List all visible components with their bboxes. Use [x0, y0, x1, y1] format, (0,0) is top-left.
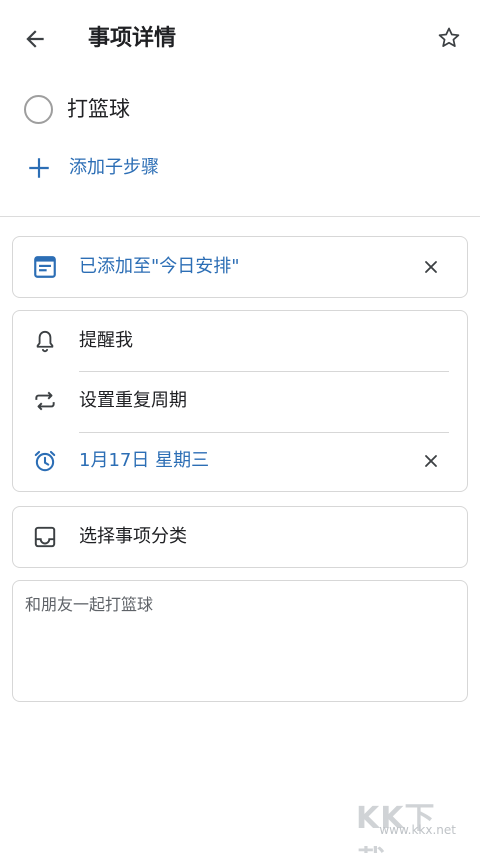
task-detail-screen: 事项详情 打篮球 添加子步骤 已添加至"今日安排" 提醒我 设置重复周期 1月1…	[0, 0, 480, 853]
added-to-today-row[interactable]: 已添加至"今日安排"	[13, 237, 467, 297]
alarm-clock-icon	[34, 450, 56, 472]
repeat-icon	[35, 391, 55, 411]
top-app-bar: 事项详情	[0, 0, 480, 78]
note-text: 和朋友一起打篮球	[25, 595, 154, 614]
due-date-label: 1月17日 星期三	[79, 450, 210, 471]
plus-icon	[29, 158, 49, 178]
divider	[0, 216, 480, 217]
calendar-note-icon	[34, 256, 56, 278]
inbox-tray-icon	[34, 526, 56, 548]
due-date-row[interactable]: 1月17日 星期三	[13, 431, 467, 491]
choose-category-row[interactable]: 选择事项分类	[13, 507, 467, 567]
bell-icon	[36, 330, 54, 353]
watermark-url: www.kkx.net	[379, 823, 456, 837]
category-card: 选择事项分类	[12, 506, 468, 568]
star-outline-icon	[438, 27, 460, 47]
reminder-label: 提醒我	[79, 330, 133, 351]
back-button[interactable]	[18, 22, 52, 56]
added-to-today-label: 已添加至"今日安排"	[79, 256, 240, 277]
remove-from-today-button[interactable]	[419, 255, 443, 279]
close-icon	[425, 261, 437, 273]
close-icon	[425, 455, 437, 467]
choose-category-label: 选择事项分类	[79, 526, 187, 547]
reminder-row[interactable]: 提醒我	[13, 311, 467, 371]
task-complete-checkbox[interactable]	[24, 95, 53, 124]
watermark: KK下载 www.kkx.net	[356, 793, 456, 853]
page-title: 事项详情	[88, 26, 177, 51]
add-step-button[interactable]: 添加子步骤	[0, 148, 480, 188]
task-title[interactable]: 打篮球	[67, 94, 130, 124]
today-card: 已添加至"今日安排"	[12, 236, 468, 298]
arrow-left-icon	[26, 30, 44, 48]
repeat-label: 设置重复周期	[79, 390, 187, 411]
schedule-card: 提醒我 设置重复周期 1月17日 星期三	[12, 310, 468, 492]
note-input[interactable]: 和朋友一起打篮球	[12, 580, 468, 702]
favorite-button[interactable]	[432, 21, 466, 55]
remove-due-date-button[interactable]	[419, 449, 443, 473]
task-row: 打篮球	[0, 88, 480, 132]
repeat-row[interactable]: 设置重复周期	[13, 371, 467, 431]
add-step-label: 添加子步骤	[69, 157, 159, 178]
